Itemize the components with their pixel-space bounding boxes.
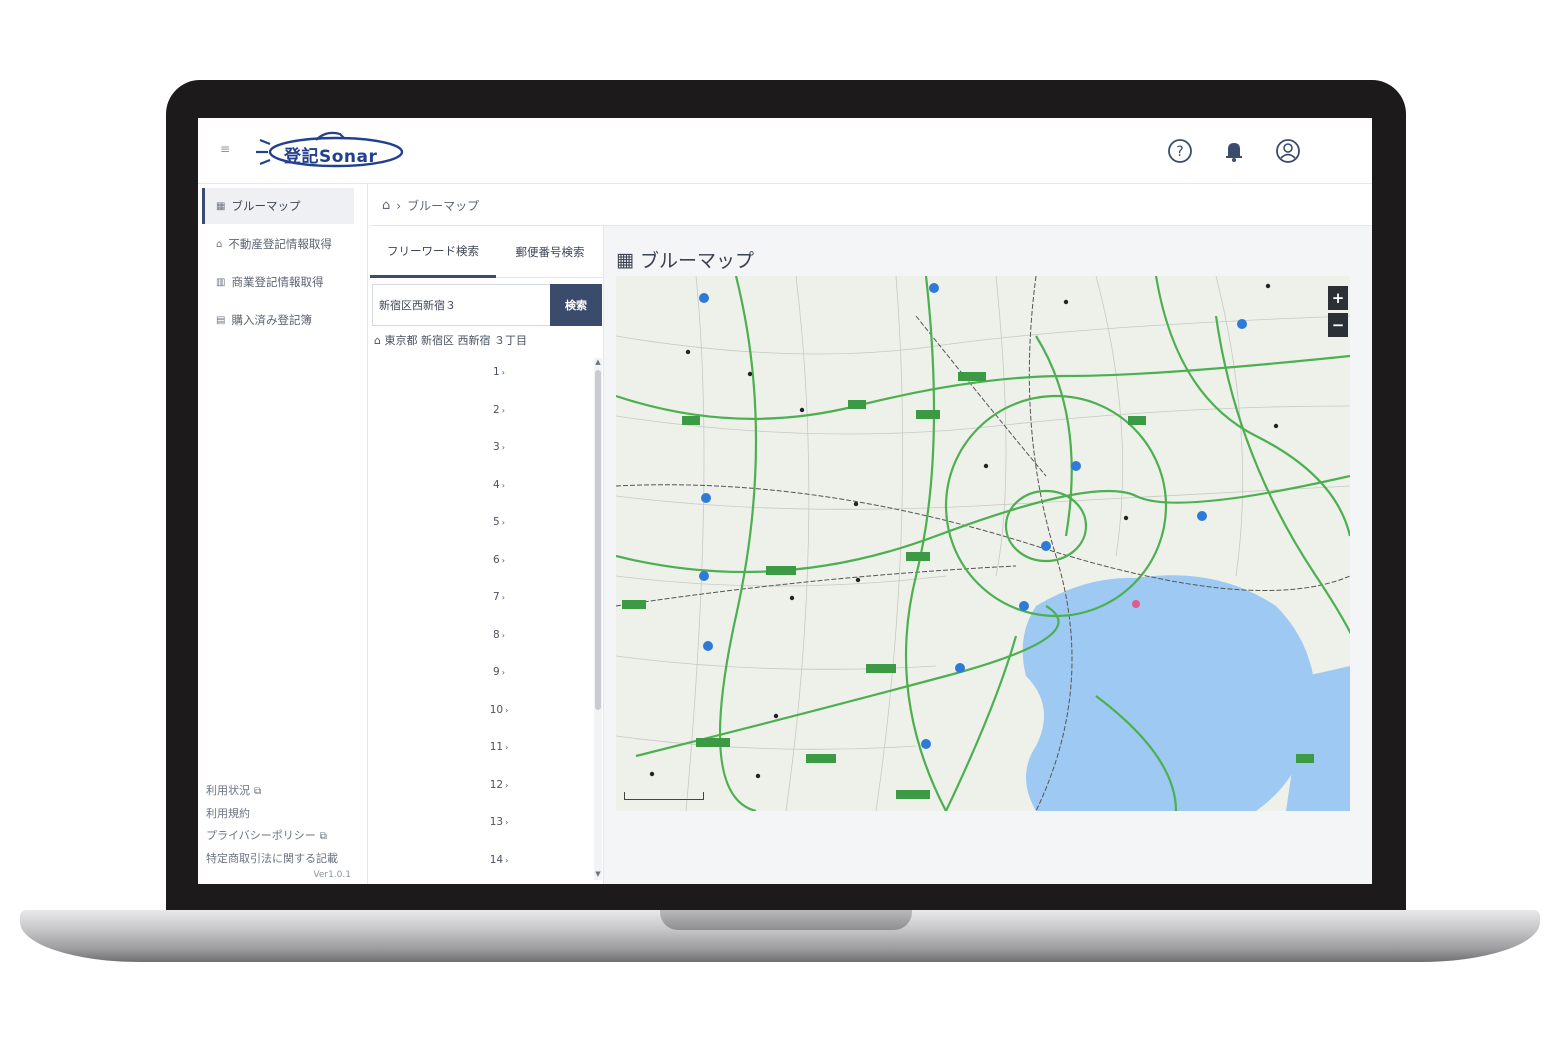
chevron-right-icon: › [501, 518, 505, 527]
footer-link-label: 特定商取引法に関する記載 [206, 851, 338, 865]
lot-item[interactable]: 4 › [370, 479, 592, 517]
lot-item[interactable]: 6 › [370, 554, 592, 592]
scroll-down-icon[interactable]: ▼ [594, 870, 602, 878]
lot-item[interactable]: 7 › [370, 591, 592, 629]
footer-link-label: プライバシーポリシー [206, 829, 316, 842]
home-icon[interactable]: ⌂ [382, 198, 390, 213]
building-icon: ▥ [216, 276, 226, 288]
address-line: ⌂ 東京都 新宿区 西新宿 ３丁目 [374, 332, 527, 348]
chevron-right-icon: › [505, 780, 509, 790]
scrollbar[interactable]: ▲ ▼ [594, 358, 602, 880]
footer-link-label: 利用状況 [206, 784, 250, 797]
footer-links: 利用状況 ⧉ 利用規約 プライバシーポリシー ⧉ 特定商取引法に関する記載 [206, 780, 356, 870]
version-label: Ver1.0.1 [313, 870, 351, 880]
external-link-icon: ⧉ [319, 831, 327, 842]
chevron-right-icon: › [501, 405, 505, 415]
address-text: 東京都 新宿区 西新宿 ３丁目 [384, 334, 527, 347]
map-area: ▦ ブルーマップ + − [604, 226, 1372, 884]
sidebar-item-purchased-registers[interactable]: ▤ 購入済み登記簿 [202, 302, 354, 338]
menu-toggle-icon[interactable]: ≡ [220, 142, 230, 156]
search-input[interactable] [372, 284, 552, 326]
lot-item[interactable]: 14 › [370, 854, 592, 881]
app-screen: ≡ 登記Sonar ? ▦ ブルーマップ ⌂ 不動産登記情報取得 ▥ 商業登記情… [198, 118, 1372, 884]
svg-text:?: ? [1176, 144, 1183, 160]
search-panel: フリーワード検索 郵便番号検索 検索 ⌂ 東京都 新宿区 西新宿 ３丁目 1›2… [370, 226, 604, 884]
logo-text: 登記Sonar [284, 147, 378, 167]
search-row: 検索 [370, 284, 604, 326]
home-icon: ⌂ [374, 334, 385, 347]
lot-item[interactable]: 2 › [370, 404, 592, 442]
zoom-control: + − [1328, 286, 1348, 338]
sidebar-item-commercial-registry[interactable]: ▥ 商業登記情報取得 [202, 264, 354, 300]
scroll-up-icon[interactable]: ▲ [594, 358, 602, 366]
map-canvas[interactable]: + − [616, 276, 1350, 811]
map-title-text: ブルーマップ [639, 250, 754, 272]
scale-bar [624, 792, 704, 800]
map-graphic [616, 276, 1350, 811]
map-title: ▦ ブルーマップ [616, 246, 754, 273]
external-link-icon: ⧉ [254, 786, 262, 797]
lot-list: 1 › 2 › 3 › 4 › 5 › 6 › 7 › 8 › 9 › 10 › 11 › 12 › 13 › 14 › [370, 366, 592, 880]
tab-freeword-search[interactable]: フリーワード検索 [370, 226, 496, 278]
footer-link-label: 利用規約 [206, 806, 250, 820]
lot-item[interactable]: 10 › [370, 704, 592, 742]
user-icon[interactable] [1275, 138, 1301, 164]
map-icon: ▦ [216, 200, 226, 212]
lot-item[interactable]: 8 › [370, 629, 592, 667]
tab-postal-code-search[interactable]: 郵便番号検索 [496, 226, 604, 278]
search-button[interactable]: 検索 [550, 284, 602, 326]
sidebar-item-label: 購入済み登記簿 [231, 313, 312, 327]
app-header: ≡ 登記Sonar ? [198, 118, 1372, 184]
breadcrumb: ⌂ › ブルーマップ [370, 186, 1372, 226]
chevron-right-icon: › [505, 818, 509, 827]
lot-item[interactable]: 12 › [370, 779, 592, 817]
chevron-right-icon: › [505, 743, 509, 752]
sidebar-item-bluemap[interactable]: ▦ ブルーマップ [202, 188, 354, 224]
chevron-right-icon: › [501, 668, 505, 677]
document-icon: ▤ [216, 314, 226, 326]
chevron-right-icon: › [501, 368, 505, 377]
lot-item[interactable]: 11 › [370, 741, 592, 779]
chevron-right-icon: › [505, 705, 509, 715]
footer-link-privacy[interactable]: プライバシーポリシー ⧉ [206, 825, 356, 848]
chevron-right-icon: › [505, 855, 509, 865]
breadcrumb-current: ブルーマップ [407, 199, 480, 213]
footer-link-commerce-law[interactable]: 特定商取引法に関する記載 [206, 848, 356, 871]
search-tabs: フリーワード検索 郵便番号検索 [370, 226, 604, 278]
sidebar: ▦ ブルーマップ ⌂ 不動産登記情報取得 ▥ 商業登記情報取得 ▤ 購入済み登記… [198, 184, 368, 884]
lot-item[interactable]: 3 › [370, 441, 592, 479]
footer-link-usage[interactable]: 利用状況 ⧉ [206, 780, 356, 803]
scroll-thumb[interactable] [595, 370, 601, 710]
chevron-right-icon: › [501, 630, 505, 640]
lot-item[interactable]: 1 › [370, 366, 592, 404]
breadcrumb-separator: › [396, 198, 402, 213]
chevron-right-icon: › [501, 555, 505, 565]
zoom-in-button[interactable]: + [1328, 286, 1348, 310]
lot-item[interactable]: 13 › [370, 816, 592, 854]
chevron-right-icon: › [501, 480, 505, 490]
house-icon: ⌂ [216, 238, 223, 250]
footer-link-terms[interactable]: 利用規約 [206, 803, 356, 826]
chevron-right-icon: › [501, 443, 505, 452]
bell-icon[interactable] [1221, 138, 1247, 164]
sidebar-item-label: ブルーマップ [231, 199, 301, 213]
lot-item[interactable]: 5 › [370, 516, 592, 554]
help-icon[interactable]: ? [1167, 138, 1193, 164]
sidebar-item-label: 商業登記情報取得 [231, 275, 324, 289]
chevron-right-icon: › [501, 593, 505, 602]
sidebar-item-real-estate-registry[interactable]: ⌂ 不動産登記情報取得 [202, 226, 354, 262]
zoom-out-button[interactable]: − [1328, 313, 1348, 337]
lot-item[interactable]: 9 › [370, 666, 592, 704]
laptop-notch [660, 910, 912, 930]
map-icon: ▦ [616, 248, 634, 271]
sidebar-item-label: 不動産登記情報取得 [228, 237, 332, 251]
